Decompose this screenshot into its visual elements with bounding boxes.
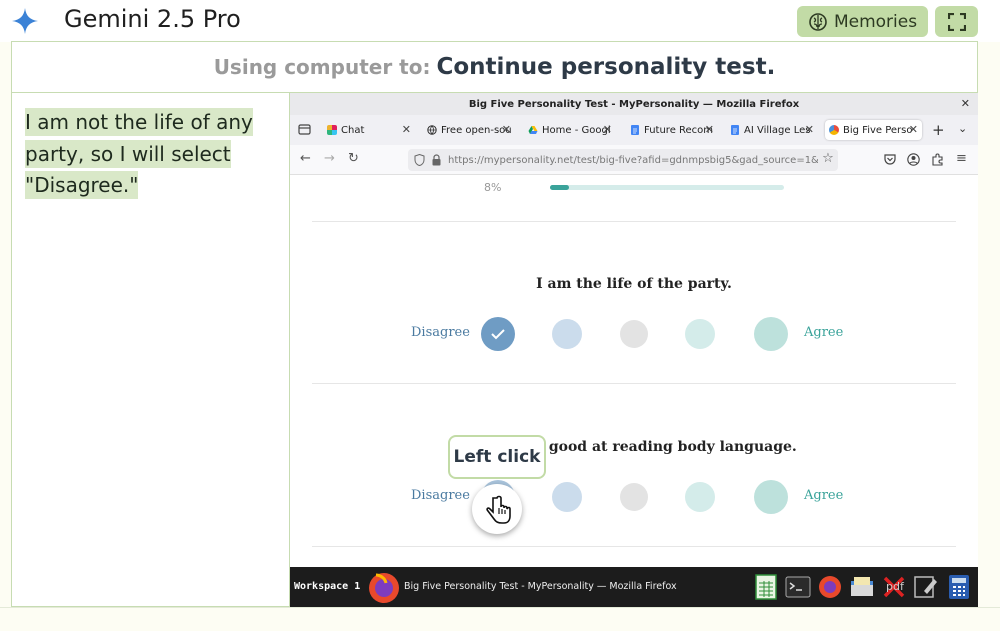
test-page: 8% I am the life of the party. Disagree … (290, 175, 978, 567)
google-drive-icon (528, 126, 538, 134)
url-text: https://mypersonality.net/test/big-five?… (448, 154, 838, 166)
extensions-icon[interactable] (931, 153, 944, 166)
tab-list-chevron-icon[interactable]: ⌄ (958, 122, 967, 135)
tab-label: Big Five Perso (843, 124, 913, 136)
tab-label: Chat (341, 124, 365, 136)
mypersonality-icon (829, 125, 839, 135)
tab-overview-icon[interactable] (298, 123, 311, 136)
workspace-label[interactable]: Workspace 1 (294, 581, 360, 592)
window-title: Big Five Personality Test - MyPersonalit… (468, 98, 800, 110)
file-manager-icon[interactable] (848, 573, 876, 601)
tab-chat[interactable]: Chat ✕ (323, 120, 415, 140)
agent-title: Gemini 2.5 Pro (64, 5, 241, 33)
taskbar-window-title[interactable]: Big Five Personality Test - MyPersonalit… (404, 581, 677, 592)
divider (312, 383, 956, 384)
question-2-agree-label: Agree (804, 488, 844, 503)
text-editor-icon[interactable] (912, 573, 940, 601)
slack-icon (327, 125, 337, 135)
tab-close-icon[interactable]: ✕ (909, 123, 918, 136)
remote-screen: Big Five Personality Test - MyPersonalit… (290, 93, 978, 607)
question-1-text: I am the life of the party. (536, 276, 732, 292)
question-2-option-5[interactable] (754, 480, 788, 514)
forward-arrow-icon[interactable]: → (324, 151, 335, 166)
terminal-icon[interactable] (784, 573, 812, 601)
tab-close-icon[interactable]: ✕ (705, 123, 714, 136)
lock-icon (432, 154, 441, 166)
thought-panel: I am not the life of any party, so I wil… (12, 93, 290, 607)
question-1-option-5[interactable] (754, 317, 788, 351)
agent-thought: I am not the life of any party, so I wil… (25, 107, 275, 202)
question-2-option-2[interactable] (552, 482, 582, 512)
task-prefix: Using computer to: (213, 55, 431, 79)
menu-hamburger-icon[interactable]: ≡ (956, 151, 967, 166)
shield-icon (414, 154, 425, 166)
question-1-option-4[interactable] (685, 319, 715, 349)
tab-free-open-source[interactable]: Free open-sou ✕ (423, 120, 515, 140)
check-icon (491, 329, 505, 340)
pocket-icon[interactable] (884, 154, 896, 165)
tab-close-icon[interactable]: ✕ (502, 123, 511, 136)
reload-icon[interactable]: ↻ (348, 151, 359, 166)
click-indicator (472, 484, 522, 534)
thought-text: I am not the life of any party, so I wil… (25, 108, 253, 199)
expand-icon (947, 12, 966, 31)
task-text: Continue personality test. (436, 54, 776, 80)
firefox-taskbar-icon[interactable] (366, 569, 402, 605)
divider (312, 546, 956, 547)
back-arrow-icon[interactable]: ← (300, 151, 311, 166)
progress-percent: 8% (484, 181, 502, 194)
globe-icon (427, 125, 437, 135)
tab-close-icon[interactable]: ✕ (603, 123, 612, 136)
tab-label: Future Recom (644, 124, 714, 136)
tab-future-recom[interactable]: Future Recom ✕ (626, 120, 718, 140)
taskbar: Workspace 1 Big Five Personality Test - … (290, 567, 978, 607)
memories-label: Memories (833, 11, 918, 32)
task-banner: Using computer to: Continue personality … (12, 42, 977, 93)
question-1-disagree-label: Disagree (411, 325, 470, 340)
spreadsheet-icon[interactable] (752, 573, 780, 601)
question-2-option-3[interactable] (620, 483, 648, 511)
agent-header: Gemini 2.5 Pro Memories (0, 0, 1000, 42)
question-1-option-1-selected[interactable] (481, 317, 515, 351)
brain-icon (809, 12, 827, 31)
fullscreen-button[interactable] (935, 6, 978, 37)
tab-close-icon[interactable]: ✕ (805, 123, 814, 136)
navigation-bar: ← → ↻ https://mypersonality.net/test/big… (290, 145, 978, 175)
question-2-disagree-label: Disagree (411, 488, 470, 503)
hand-pointer-icon (486, 495, 511, 524)
action-callout: Left click (448, 435, 546, 479)
footer-band (0, 607, 1000, 631)
question-2-option-4[interactable] (685, 482, 715, 512)
question-2-text: I am very good at reading body language. (471, 439, 797, 455)
window-close-icon[interactable]: ✕ (961, 97, 970, 110)
tab-close-icon[interactable]: ✕ (402, 123, 411, 136)
tab-label: Home - Googl (542, 124, 611, 136)
firefox-icon[interactable] (816, 573, 844, 601)
question-1-agree-label: Agree (804, 325, 844, 340)
divider (312, 221, 956, 222)
pdf-icon[interactable]: pdf (886, 580, 904, 593)
tab-google-drive[interactable]: Home - Googl ✕ (524, 120, 616, 140)
progress-bar (550, 185, 784, 190)
memories-button[interactable]: Memories (797, 6, 928, 37)
url-bar[interactable]: https://mypersonality.net/test/big-five?… (408, 149, 838, 171)
google-docs-icon (731, 125, 739, 135)
bookmark-star-icon[interactable]: ☆ (818, 151, 838, 166)
account-icon[interactable] (907, 153, 920, 166)
tab-strip: Chat ✕ Free open-sou ✕ Home - Googl ✕ Fu… (290, 115, 978, 145)
question-1-option-2[interactable] (552, 319, 582, 349)
new-tab-icon[interactable]: + (932, 121, 945, 139)
tab-big-five[interactable]: Big Five Perso ✕ (825, 120, 922, 140)
tab-ai-village[interactable]: AI Village Les ✕ (726, 120, 818, 140)
google-docs-icon (631, 125, 639, 135)
progress-fill (550, 185, 569, 190)
firefox-titlebar: Big Five Personality Test - MyPersonalit… (290, 93, 978, 115)
gemini-sparkle-icon (12, 8, 38, 34)
calculator-icon[interactable] (945, 573, 973, 601)
question-1-option-3[interactable] (620, 320, 648, 348)
tab-label: AI Village Les (744, 124, 811, 136)
